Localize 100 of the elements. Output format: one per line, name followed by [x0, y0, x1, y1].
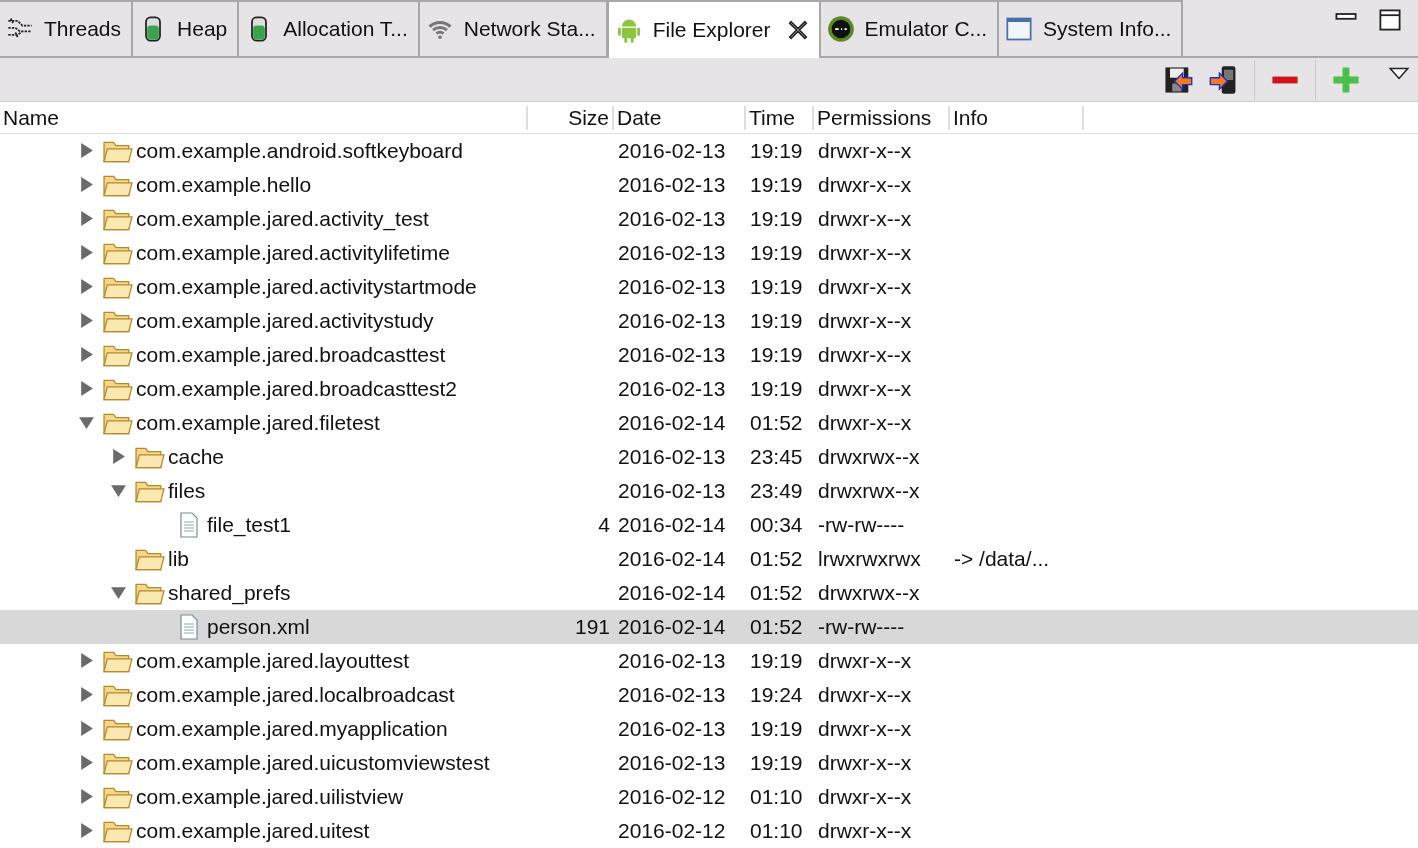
collapsed-arrow-icon[interactable] [110, 448, 127, 466]
collapsed-arrow-icon[interactable] [78, 312, 95, 330]
file-name[interactable]: lib [168, 547, 189, 571]
file-time: 19:19 [750, 751, 803, 774]
folder-icon [103, 785, 133, 809]
close-icon[interactable] [786, 19, 809, 42]
file-name[interactable]: person.xml [207, 615, 310, 639]
folder-icon [103, 139, 133, 163]
column-header[interactable]: Name [0, 105, 528, 130]
file-name[interactable]: com.example.jared.uitest [136, 819, 370, 843]
column-header[interactable]: Size [528, 105, 614, 130]
folder-icon [103, 411, 133, 435]
file-name[interactable]: com.example.jared.layouttest [136, 649, 410, 673]
collapsed-arrow-icon[interactable] [78, 380, 95, 398]
file-name[interactable]: com.example.jared.activitystartmode [136, 275, 477, 299]
collapsed-arrow-icon[interactable] [78, 788, 95, 806]
file-name[interactable]: com.example.jared.activity_test [136, 207, 429, 231]
file-date: 2016-02-14 [618, 547, 726, 570]
collapsed-arrow-icon[interactable] [78, 278, 95, 296]
file-name[interactable]: com.example.hello [136, 173, 312, 197]
file-permissions: drwxr-x--x [818, 377, 912, 400]
file-icon [177, 512, 201, 538]
file-permissions: drwxrwx--x [818, 581, 920, 604]
folder-icon [135, 445, 165, 469]
file-time: 01:52 [750, 581, 803, 604]
terminal-circle-icon [826, 15, 855, 44]
collapsed-arrow-icon[interactable] [78, 244, 95, 262]
folder-icon [103, 377, 133, 401]
tab[interactable]: Threads [0, 0, 134, 57]
folder-icon [135, 479, 165, 503]
expanded-arrow-icon[interactable] [78, 414, 95, 432]
folder-icon [103, 683, 133, 707]
file-date: 2016-02-13 [618, 445, 726, 468]
tab[interactable]: Allocation T... [239, 0, 420, 57]
collapsed-arrow-icon[interactable] [78, 754, 95, 772]
file-date: 2016-02-13 [618, 309, 726, 332]
maximize-icon[interactable] [1378, 8, 1402, 32]
file-permissions: drwxr-x--x [818, 309, 912, 332]
file-date: 2016-02-14 [618, 513, 726, 536]
file-name[interactable]: com.example.jared.uilistview [136, 785, 404, 809]
file-name[interactable]: com.example.jared.activitylifetime [136, 241, 450, 265]
file-name[interactable]: com.example.jared.broadcasttest2 [136, 377, 457, 401]
file-name[interactable]: file_test1 [207, 513, 292, 537]
file-permissions: drwxr-x--x [818, 241, 912, 264]
collapsed-arrow-icon[interactable] [78, 210, 95, 228]
folder-icon [103, 751, 133, 775]
file-name[interactable]: com.example.jared.myapplication [136, 717, 448, 741]
file-permissions: lrwxrwxrwx [818, 547, 921, 570]
folder-icon [103, 241, 133, 265]
tab[interactable]: Heap [133, 0, 240, 57]
file-time: 01:10 [750, 819, 803, 842]
collapsed-arrow-icon[interactable] [78, 176, 95, 194]
tab[interactable]: Network Sta... [419, 0, 608, 57]
file-name[interactable]: shared_prefs [168, 581, 291, 605]
folder-icon [103, 343, 133, 367]
expanded-arrow-icon[interactable] [110, 584, 127, 602]
collapsed-arrow-icon[interactable] [78, 142, 95, 160]
file-permissions: drwxr-x--x [818, 785, 912, 808]
tab[interactable]: System Info... [999, 0, 1184, 57]
collapsed-arrow-icon[interactable] [78, 652, 95, 670]
file-time: 19:19 [750, 275, 803, 298]
file-permissions: drwxr-x--x [818, 139, 912, 162]
tab[interactable]: Emulator C... [820, 0, 1000, 57]
file-name[interactable]: com.example.android.softkeyboard [136, 139, 463, 163]
file-name[interactable]: com.example.jared.localbroadcast [136, 683, 455, 707]
file-name[interactable]: cache [168, 445, 225, 469]
folder-icon [103, 309, 133, 333]
file-date: 2016-02-13 [618, 479, 726, 502]
file-time: 19:19 [750, 717, 803, 740]
collapsed-arrow-icon[interactable] [78, 346, 95, 364]
file-name[interactable]: com.example.jared.filetest [136, 411, 380, 435]
file-name[interactable]: com.example.jared.activitystudy [136, 309, 434, 333]
file-time: 00:34 [750, 513, 803, 536]
file-name[interactable]: files [168, 479, 206, 503]
collapsed-arrow-icon[interactable] [78, 686, 95, 704]
file-date: 2016-02-13 [618, 377, 726, 400]
collapsed-arrow-icon[interactable] [78, 822, 95, 840]
file-name[interactable]: com.example.jared.uicustomviewstest [136, 751, 490, 775]
folder-icon [103, 649, 133, 673]
file-date: 2016-02-13 [618, 649, 726, 672]
column-header[interactable]: Permissions [814, 105, 950, 130]
file-permissions: drwxr-x--x [818, 717, 912, 740]
file-permissions: -rw-rw---- [818, 615, 905, 638]
file-name[interactable]: com.example.jared.broadcasttest [136, 343, 446, 367]
file-time: 23:45 [750, 445, 803, 468]
tab[interactable]: File Explorer [607, 0, 821, 59]
file-size: 191 [574, 615, 610, 638]
file-time: 01:52 [750, 547, 803, 570]
file-permissions: drwxrwx--x [818, 479, 920, 502]
file-time: 19:19 [750, 207, 803, 230]
file-date: 2016-02-13 [618, 751, 726, 774]
file-icon [177, 614, 201, 640]
folder-icon [135, 547, 165, 571]
column-header[interactable]: Time [746, 105, 814, 130]
expanded-arrow-icon[interactable] [110, 482, 127, 500]
collapsed-arrow-icon[interactable] [78, 720, 95, 738]
folder-icon [103, 173, 133, 197]
column-header[interactable]: Info [950, 105, 1084, 130]
column-header[interactable]: Date [614, 105, 746, 130]
file-date: 2016-02-14 [618, 581, 726, 604]
